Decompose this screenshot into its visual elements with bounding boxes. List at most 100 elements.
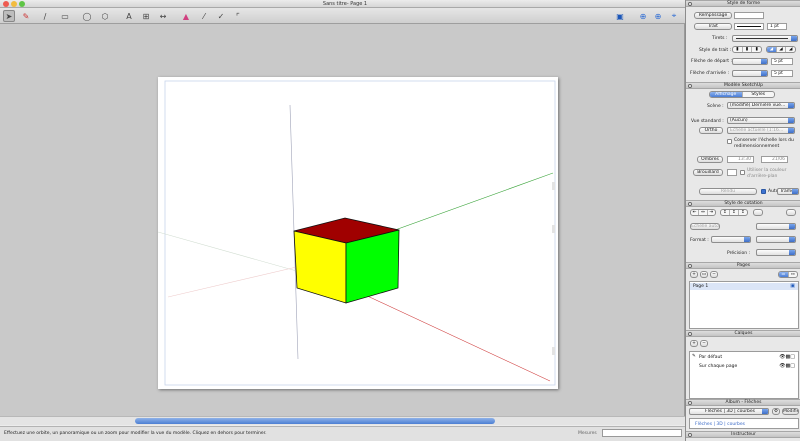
monitor-icon[interactable]: ▣ bbox=[614, 10, 626, 22]
section-toggle-icon[interactable] bbox=[688, 2, 692, 6]
label-icon[interactable]: ⊞ bbox=[140, 10, 152, 22]
scene-select[interactable]: (modifié) Dernière vue… bbox=[727, 102, 795, 109]
circle-icon[interactable]: ◯ bbox=[81, 10, 93, 22]
segment-option[interactable]: ▮ bbox=[743, 47, 753, 52]
segment-option[interactable]: ↕ bbox=[739, 210, 747, 215]
end-arrow-size-field[interactable]: 5 pt bbox=[771, 70, 793, 77]
section-header-style-forme[interactable]: Style de forme bbox=[686, 0, 800, 7]
render-mode-select[interactable]: Tramé bbox=[777, 188, 799, 195]
echelle-select[interactable]: Échelle actuelle (1:16… bbox=[727, 127, 795, 134]
album-options-button[interactable]: ⚙ bbox=[772, 408, 780, 415]
section-toggle-icon[interactable] bbox=[688, 401, 692, 405]
start-arrow-size-field[interactable]: 5 pt bbox=[771, 58, 793, 65]
dimension-align-segment[interactable]: ⇤ ↔ ⇥ bbox=[690, 209, 716, 216]
echelle-auto-button[interactable]: Échelle auto bbox=[690, 223, 720, 230]
dimension-option-button[interactable] bbox=[753, 209, 763, 216]
page-view-toggle[interactable]: ☰ ☷ bbox=[778, 271, 798, 278]
fill-color-swatch[interactable] bbox=[734, 12, 764, 19]
section-header-cotation[interactable]: Style de cotation bbox=[686, 200, 800, 207]
line-icon[interactable]: ∕ bbox=[39, 10, 51, 22]
horizontal-scrollbar[interactable] bbox=[0, 416, 685, 425]
text-icon[interactable]: A bbox=[123, 10, 135, 22]
model-tabs[interactable]: Affichage Styles bbox=[709, 91, 775, 98]
start-arrow-select[interactable] bbox=[732, 58, 768, 65]
paint-icon[interactable]: ✓ bbox=[215, 10, 227, 22]
vue-standard-select[interactable]: (Aucun) bbox=[727, 117, 795, 124]
segment-option[interactable]: ↕ bbox=[721, 210, 730, 215]
format-unit-select[interactable] bbox=[756, 236, 796, 243]
tab-affichage[interactable]: Affichage bbox=[710, 92, 743, 97]
pencil-icon[interactable]: ✎ bbox=[20, 10, 32, 22]
line-join-segment[interactable]: ◢ ◢ ◢ bbox=[766, 46, 796, 53]
add-icon[interactable]: ⊕ bbox=[652, 10, 664, 22]
document-page[interactable] bbox=[157, 77, 558, 389]
dimension-icon[interactable]: ↔ bbox=[157, 10, 169, 22]
section-toggle-icon[interactable] bbox=[688, 202, 692, 206]
album-breadcrumb[interactable]: Flèches | 3D | courbes bbox=[695, 422, 745, 427]
list-view-icon[interactable]: ☰ bbox=[779, 272, 789, 277]
segment-option[interactable]: ▮ bbox=[733, 47, 743, 52]
layers-list[interactable]: ✎ Par défaut 👁▩□ Sur chaque page 👁▩□ bbox=[689, 351, 799, 399]
add-layer-button[interactable]: + bbox=[690, 340, 698, 347]
stroke-color-swatch[interactable] bbox=[734, 23, 764, 30]
segment-option[interactable]: ◢ bbox=[767, 47, 777, 52]
section-header-calques[interactable]: Calques bbox=[686, 330, 800, 337]
ortho-button[interactable]: Ortho bbox=[699, 127, 723, 134]
conserver-checkbox[interactable] bbox=[727, 139, 732, 144]
add-page-icon[interactable]: ⊕ bbox=[637, 10, 649, 22]
eraser-icon[interactable]: ▲ bbox=[180, 10, 192, 22]
crop-icon[interactable]: ⌜ bbox=[232, 10, 244, 22]
measures-input[interactable] bbox=[602, 429, 682, 437]
segment-option[interactable]: ▮ bbox=[752, 47, 761, 52]
sketchup-viewport[interactable] bbox=[157, 77, 558, 389]
shadow-date-field[interactable]: 21/06 bbox=[761, 156, 788, 163]
section-toggle-icon[interactable] bbox=[688, 433, 692, 437]
dash-select[interactable] bbox=[732, 35, 798, 42]
crosshair-icon[interactable]: ⌖ bbox=[668, 10, 680, 22]
modifier-button[interactable]: Modifier... bbox=[782, 408, 799, 415]
segment-option[interactable]: ↕ bbox=[730, 210, 739, 215]
segment-option[interactable]: ⇤ bbox=[691, 210, 700, 215]
section-header-album[interactable]: Album - Flèches bbox=[686, 399, 800, 406]
duplicate-page-button[interactable]: ▭ bbox=[700, 271, 708, 278]
tab-styles[interactable]: Styles bbox=[743, 92, 775, 97]
remplissage-button[interactable]: Remplissage bbox=[694, 12, 732, 19]
cotation-scale-select[interactable] bbox=[756, 223, 796, 230]
end-arrow-select[interactable] bbox=[732, 70, 768, 77]
section-header-pages[interactable]: Pages bbox=[686, 262, 800, 269]
fog-color-swatch[interactable] bbox=[727, 169, 737, 176]
add-page-button[interactable]: + bbox=[690, 271, 698, 278]
line-cap-segment[interactable]: ▮ ▮ ▮ bbox=[732, 46, 762, 53]
remove-page-button[interactable]: − bbox=[710, 271, 718, 278]
select-arrow-icon[interactable]: ➤ bbox=[3, 10, 15, 22]
segment-option[interactable]: ◢ bbox=[786, 47, 795, 52]
list-item[interactable]: ✎ Par défaut 👁▩□ bbox=[690, 354, 798, 361]
list-item[interactable]: Page 1 ▣ bbox=[690, 283, 798, 290]
shadow-time-field[interactable]: 13:30 bbox=[727, 156, 754, 163]
layer-visibility-icon[interactable]: 👁▩□ bbox=[779, 354, 795, 360]
scrollbar-thumb[interactable] bbox=[135, 418, 495, 424]
segment-option[interactable]: ◢ bbox=[777, 47, 787, 52]
trait-button[interactable]: Trait bbox=[694, 23, 732, 30]
format-select[interactable] bbox=[711, 236, 751, 243]
segment-option[interactable]: ↔ bbox=[699, 210, 708, 215]
precision-select[interactable] bbox=[756, 249, 796, 256]
pages-list[interactable]: Page 1 ▣ bbox=[689, 281, 799, 329]
section-toggle-icon[interactable] bbox=[688, 84, 692, 88]
dimension-option-button[interactable] bbox=[786, 209, 796, 216]
section-header-instructeur[interactable]: Instructeur bbox=[686, 431, 800, 438]
list-item[interactable]: Sur chaque page 👁▩□ bbox=[690, 363, 798, 370]
section-header-modele[interactable]: Modèle SketchUp bbox=[686, 82, 800, 89]
remove-layer-button[interactable]: − bbox=[700, 340, 708, 347]
dimension-text-segment[interactable]: ↕ ↕ ↕ bbox=[720, 209, 748, 216]
utiliser-checkbox[interactable] bbox=[740, 170, 745, 175]
auto-checkbox[interactable] bbox=[761, 189, 766, 194]
album-content[interactable]: Flèches | 3D | courbes bbox=[689, 418, 799, 429]
rendu-button[interactable]: Rendu bbox=[699, 188, 757, 195]
grid-view-icon[interactable]: ☷ bbox=[789, 272, 798, 277]
section-toggle-icon[interactable] bbox=[688, 264, 692, 268]
segment-option[interactable]: ⇥ bbox=[708, 210, 715, 215]
section-toggle-icon[interactable] bbox=[688, 332, 692, 336]
album-select[interactable]: Flèches | 3D | courbes bbox=[689, 408, 769, 415]
layer-visibility-icon[interactable]: 👁▩□ bbox=[779, 363, 795, 369]
